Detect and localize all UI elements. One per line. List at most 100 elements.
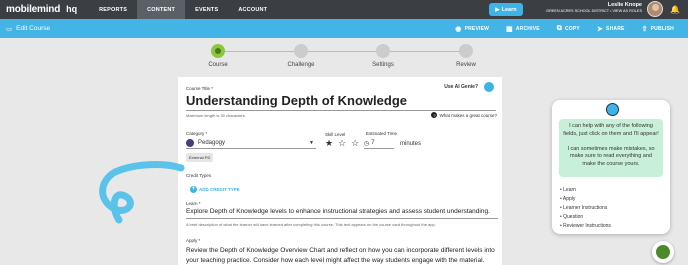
step-dot — [294, 44, 308, 58]
upload-icon: ⇧ — [641, 25, 648, 33]
time-value: 7 — [371, 140, 375, 146]
help-icon: ? — [431, 112, 438, 118]
category-value: Pedagogy — [198, 140, 226, 146]
chevron-down-icon: ▼ — [309, 140, 314, 146]
publish-label: PUBLISH — [650, 25, 674, 32]
course-form-card: Use AI Genie? Course Title * Understandi… — [178, 77, 502, 265]
star-filled-icon[interactable]: ★ — [325, 139, 333, 148]
nav-item-events[interactable]: EVENTS — [185, 0, 228, 19]
helper-message-line-1: I can help with any of the following fie… — [563, 123, 659, 137]
nav-items: REPORTS CONTENT EVENTS ACCOUNT — [89, 0, 277, 19]
top-nav: mobilemind hq REPORTS CONTENT EVENTS ACC… — [0, 0, 688, 19]
list-item[interactable]: Apply — [560, 195, 611, 204]
copy-button[interactable]: ⧉ COPY — [557, 25, 580, 33]
estimated-time-label: Estimated Time — [366, 131, 398, 136]
add-credit-label: ADD CREDIT TYPE — [199, 187, 240, 192]
stepper-line — [218, 51, 468, 52]
apply-input[interactable]: Review the Depth of Knowledge Overview C… — [186, 246, 498, 265]
time-input[interactable]: ◷ 7 — [364, 138, 394, 149]
share-icon: ➤ — [596, 25, 604, 33]
learn-icon: ▶ — [495, 6, 500, 13]
ai-genie-toggle[interactable]: Use AI Genie? — [444, 82, 494, 92]
time-unit: minutes — [400, 140, 422, 147]
logo-text: mobilemind — [6, 4, 61, 15]
genie-icon[interactable] — [484, 82, 494, 92]
ai-genie-label: Use AI Genie? — [444, 84, 478, 90]
page-title-text: Edit Course — [16, 25, 51, 32]
nav-item-reports[interactable]: REPORTS — [89, 0, 137, 19]
max-length-hint: Maximum length is 30 characters. — [186, 113, 246, 118]
clock-icon: ◷ — [364, 140, 370, 147]
helper-toggle-button[interactable] — [652, 241, 674, 263]
helper-field-list: Learn Apply Learner Instructions Questio… — [560, 186, 611, 231]
helper-message: I can help with any of the following fie… — [559, 119, 663, 177]
category-select[interactable]: Pedagogy ▼ — [186, 138, 316, 149]
toolbar-actions: ◉ PREVIEW ▦ ARCHIVE ⧉ COPY ➤ SHARE ⇧ PUBLISH — [438, 19, 674, 38]
helper-message-line-2: I can sometimes make mistakes, so make s… — [567, 145, 655, 167]
step-label: Course — [208, 62, 228, 68]
course-title-input[interactable]: Understanding Depth of Knowledge — [186, 93, 496, 111]
page-title: ▭ Edit Course — [6, 25, 50, 33]
copy-icon: ⧉ — [556, 24, 562, 32]
eye-icon: ◉ — [455, 25, 462, 33]
skill-level-label: Skill Level — [325, 132, 346, 137]
ai-helper-panel: I can help with any of the following fie… — [552, 100, 670, 234]
publish-button[interactable]: ⇧ PUBLISH — [642, 25, 674, 33]
category-label: Category * — [186, 131, 208, 136]
step-settings[interactable]: Settings — [358, 44, 408, 68]
copy-label: COPY — [564, 25, 580, 32]
logo-suffix: hq — [66, 4, 78, 14]
logo[interactable]: mobilemind hq — [6, 4, 77, 15]
step-label: Review — [456, 62, 476, 68]
avatar[interactable] — [647, 1, 663, 17]
progress-stepper: Course Challenge Settings Review — [208, 44, 476, 72]
archive-button[interactable]: ▦ ARCHIVE — [506, 25, 540, 33]
robot-mascot-icon — [606, 103, 619, 116]
learn-button-label: Learn — [501, 6, 517, 13]
preview-button[interactable]: ◉ PREVIEW — [455, 25, 489, 33]
step-label: Challenge — [287, 62, 315, 68]
monitor-icon: ▭ — [6, 25, 13, 33]
list-item[interactable]: Reviewer Instructions — [560, 222, 611, 231]
learn-button[interactable]: ▶ Learn — [489, 3, 523, 16]
edit-toolbar: ▭ Edit Course ◉ PREVIEW ▦ ARCHIVE ⧉ COPY ➤ S… — [0, 19, 688, 38]
list-item[interactable]: Learner Instructions — [560, 204, 611, 213]
user-name: Leslie Knope — [607, 2, 642, 8]
star-empty-icon[interactable]: ☆ — [338, 139, 346, 148]
list-item[interactable]: Learn — [560, 186, 611, 195]
learn-input[interactable]: Explore Depth of Knowledge levels to enh… — [186, 208, 498, 219]
step-challenge[interactable]: Challenge — [276, 44, 326, 68]
nav-item-content[interactable]: CONTENT — [137, 0, 186, 19]
preview-label: PREVIEW — [464, 25, 490, 32]
step-dot — [459, 44, 473, 58]
what-makes-link[interactable]: ? What makes a great course? — [431, 112, 497, 118]
share-button[interactable]: ➤ SHARE — [597, 25, 625, 33]
credit-types-label: Credit Types — [186, 173, 212, 178]
course-title-label: Course Title * — [186, 86, 214, 91]
apply-label: Apply * — [186, 238, 201, 243]
estimated-time: ◷ 7 minutes — [364, 138, 421, 149]
archive-label: ARCHIVE — [515, 25, 540, 32]
swoosh-arrow-icon — [99, 161, 185, 224]
school-name: GREEN ACRES SCHOOL DISTRICT • VIEW AS RO… — [546, 9, 642, 13]
nav-item-account[interactable]: ACCOUNT — [228, 0, 277, 19]
step-dot — [376, 44, 390, 58]
external-pd-chip[interactable]: External PD — [186, 153, 214, 162]
step-dot — [211, 44, 225, 58]
what-makes-text: What makes a great course? — [439, 112, 497, 118]
pedagogy-icon — [186, 139, 194, 147]
user-info[interactable]: Leslie Knope GREEN ACRES SCHOOL DISTRICT… — [538, 2, 642, 13]
star-empty-icon[interactable]: ☆ — [351, 139, 359, 148]
learn-label: Learn * — [186, 201, 201, 206]
archive-icon: ▦ — [506, 25, 513, 33]
skill-level-rating[interactable]: ★ ☆ ☆ — [325, 139, 359, 148]
share-label: SHARE — [606, 25, 625, 32]
bell-icon[interactable]: 🔔 — [670, 5, 680, 14]
step-course[interactable]: Course — [193, 44, 243, 68]
learn-hint: A brief description of what the learner … — [186, 222, 436, 227]
add-credit-type-button[interactable]: + ADD CREDIT TYPE — [190, 186, 240, 193]
step-review[interactable]: Review — [441, 44, 491, 68]
list-item[interactable]: Question — [560, 213, 611, 222]
step-label: Settings — [372, 62, 394, 68]
plus-icon: + — [190, 186, 197, 193]
